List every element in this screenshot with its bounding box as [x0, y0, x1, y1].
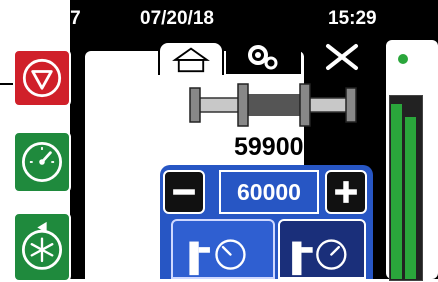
date-readout: 07/20/18 [140, 8, 214, 29]
valve-gauge-icon [189, 239, 246, 276]
time-readout: 15:29 [328, 8, 377, 29]
decrease-button[interactable] [163, 170, 205, 214]
snowflake-cycle-icon [21, 221, 63, 270]
tab-settings[interactable] [226, 40, 301, 74]
setpoint-field[interactable]: 60000 [219, 170, 319, 214]
home-icon [172, 47, 210, 73]
increase-button[interactable] [325, 170, 367, 214]
wrench-screwdriver-icon [326, 44, 358, 70]
status-led [398, 54, 408, 64]
counter-readout: 04920.7 [12, 8, 81, 29]
valve-gauge-icon [292, 239, 347, 276]
level-bar-a [391, 104, 402, 279]
plus-icon [335, 181, 357, 203]
mode-2-button[interactable] [278, 219, 366, 279]
tab-home[interactable] [158, 41, 224, 75]
pressure-readout: 59900 psi [234, 133, 347, 161]
mode-1-button[interactable] [171, 219, 275, 279]
level-bar-b [405, 117, 416, 279]
stop-button[interactable] [13, 49, 71, 107]
tab-tools[interactable] [306, 40, 378, 74]
pump-cylinder-icon [189, 83, 357, 127]
gauge-icon [21, 141, 63, 183]
gears-icon [248, 45, 278, 70]
gauge-button[interactable] [13, 131, 71, 193]
stop-icon [22, 58, 62, 98]
minus-icon [173, 189, 195, 195]
cycle-button[interactable] [13, 212, 71, 282]
